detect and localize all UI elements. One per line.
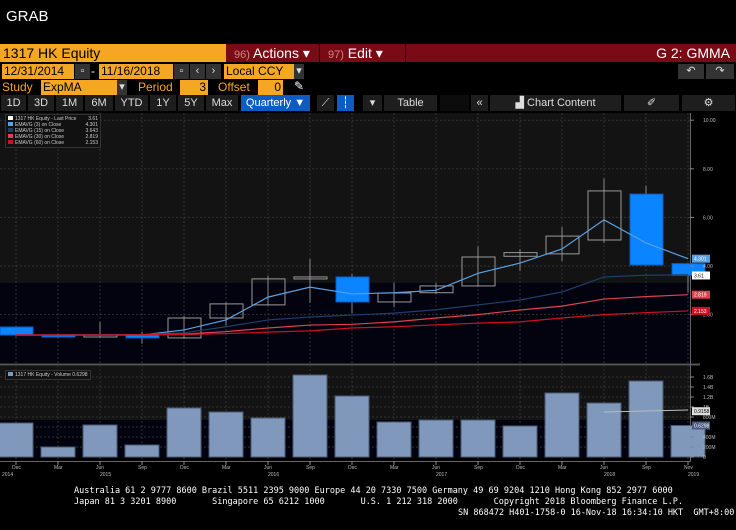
volume-bar	[544, 392, 580, 458]
volume-tick-label: 400M	[703, 435, 716, 441]
x-month-label: Jun	[600, 465, 608, 471]
volume-bar	[82, 424, 118, 458]
x-year-label: 2016	[268, 472, 279, 478]
candle-down	[335, 276, 370, 303]
legend-swatch	[8, 122, 13, 126]
x-month-label: Jun	[264, 465, 272, 471]
legend-label: EMAVG (60) on Close	[15, 140, 65, 146]
price-tick-label: 10.00	[703, 118, 716, 124]
price-tick-label: 8.00	[703, 167, 713, 173]
volume-bar	[292, 374, 328, 458]
footer-line-1: Australia 61 2 9777 8600 Brazil 5511 239…	[74, 486, 673, 496]
legend-value: 2.153	[85, 140, 98, 146]
volume-tick-label: 1.2B	[703, 395, 714, 401]
volume-bar	[376, 421, 412, 458]
price-tick-label: 4.00	[703, 264, 713, 270]
x-month-label: Mar	[222, 465, 231, 471]
x-month-label: Sep	[474, 465, 483, 471]
x-month-label: Dec	[348, 465, 357, 471]
x-month-label: Jun	[96, 465, 104, 471]
volume-label: 0.9158	[694, 409, 710, 415]
volume-bar	[460, 419, 496, 458]
volume-tick-label: 1.6B	[703, 375, 714, 381]
volume-tick-label: 800M	[703, 415, 716, 421]
footer-line-2: Japan 81 3 3201 8900 Singapore 65 6212 1…	[74, 497, 683, 507]
volume-bar	[124, 444, 160, 458]
volume-legend-label: 1317 HK Equity - Volume	[15, 372, 71, 378]
x-month-label: Dec	[180, 465, 189, 471]
x-year-label: 2014	[2, 472, 13, 478]
volume-legend: 1317 HK Equity - Volume 0.6298	[5, 370, 91, 380]
x-month-label: Dec	[12, 465, 21, 471]
volume-bar	[166, 407, 202, 458]
volume-bar	[208, 411, 244, 458]
candle-down	[629, 193, 664, 266]
x-month-label: Sep	[642, 465, 651, 471]
legend-item: EMAVG (60) on Close 2.153	[8, 140, 98, 146]
volume-bar	[418, 419, 454, 458]
footer-line-3: SN 868472 H401-1758-0 16-Nov-18 16:34:10…	[458, 508, 735, 518]
x-month-label: Sep	[138, 465, 147, 471]
legend-swatch	[8, 116, 13, 120]
legend-swatch	[8, 134, 13, 138]
x-month-label: Mar	[54, 465, 63, 471]
volume-tick-label: 200M	[703, 445, 716, 451]
x-month-label: Mar	[390, 465, 399, 471]
volume-tick-label: 0	[703, 455, 706, 461]
volume-tick-label: 1.4B	[703, 385, 714, 391]
legend-swatch	[8, 140, 13, 144]
price-label: 4.301	[694, 257, 707, 263]
x-year-label: 2019	[688, 472, 699, 478]
volume-legend-value: 0.6298	[72, 372, 88, 378]
price-volume-chart: 2.004.006.008.0010.004.3013.612.8192.153…	[0, 113, 716, 478]
volume-bar	[40, 446, 76, 458]
x-year-label: 2017	[436, 472, 447, 478]
x-month-label: Jun	[432, 465, 440, 471]
price-tick-label: 6.00	[703, 215, 713, 221]
volume-bar	[586, 402, 622, 458]
volume-bar	[0, 422, 34, 458]
x-month-label: Mar	[558, 465, 567, 471]
volume-bar	[628, 380, 664, 458]
volume-bar	[670, 425, 706, 458]
candle-down	[0, 326, 34, 336]
price-label: 3.61	[694, 273, 704, 279]
price-label: 2.153	[694, 309, 707, 315]
volume-bar	[502, 425, 538, 458]
x-year-label: 2018	[604, 472, 615, 478]
x-month-label: Sep	[306, 465, 315, 471]
x-year-label: 2015	[100, 472, 111, 478]
x-month-label: Dec	[516, 465, 525, 471]
x-month-label: Nov	[684, 465, 693, 471]
volume-label: 0.6298	[694, 424, 710, 430]
volume-swatch	[8, 372, 13, 376]
price-label: 2.819	[694, 293, 707, 299]
volume-bar	[334, 395, 370, 458]
price-legend: 1317 HK Equity - Last Price 3.61 EMAVG (3)…	[5, 114, 101, 148]
legend-swatch	[8, 128, 13, 132]
volume-bar	[250, 417, 286, 458]
